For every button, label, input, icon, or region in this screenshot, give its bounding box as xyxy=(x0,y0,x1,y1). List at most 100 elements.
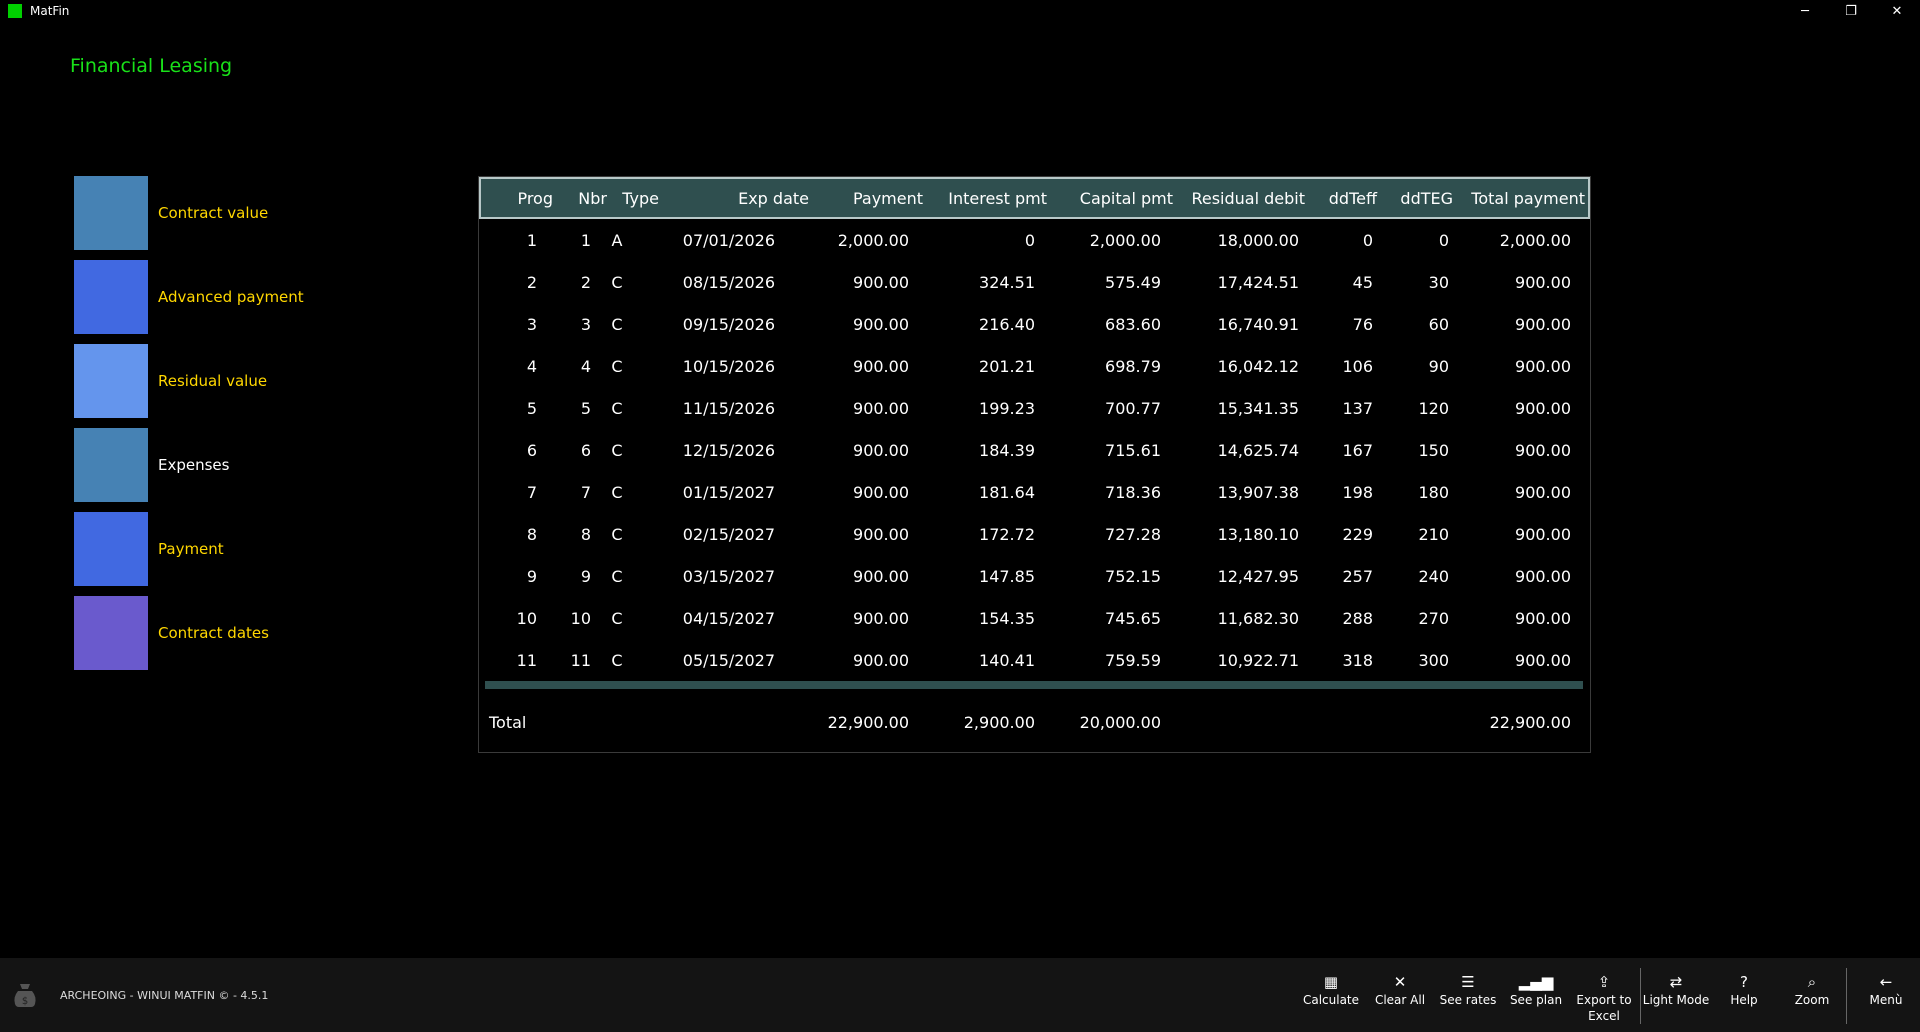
table-cell: 7 xyxy=(526,483,537,502)
total-label: Total xyxy=(489,713,527,732)
legend: Contract value Advanced payment Residual… xyxy=(74,176,394,680)
table-cell: 17,424.51 xyxy=(1217,273,1299,292)
command-label: Menù xyxy=(1869,993,1903,1007)
table-cell: 45 xyxy=(1352,273,1373,292)
footer-app-text: ARCHEOING - WINUI MATFIN © - 4.5.1 xyxy=(60,989,269,1002)
help-button[interactable]: ? Help xyxy=(1710,972,1778,1008)
column-header[interactable]: Nbr xyxy=(567,189,607,208)
legend-item-contract-dates[interactable]: Contract dates xyxy=(74,596,394,680)
table-cell: 900.00 xyxy=(1515,441,1571,460)
table-row[interactable]: 1 1 A 07/01/2026 2,000.00 0 2,000.00 18,000.00 0… xyxy=(479,219,1590,261)
table-cell: 900.00 xyxy=(853,315,909,334)
table-cell: 8 xyxy=(580,525,591,544)
table-row[interactable]: 7 7 C 01/15/2027 900.00 181.64 718.36 13,907.38… xyxy=(479,471,1590,513)
back-button[interactable]: ← Menù xyxy=(1852,972,1920,1008)
table-cell: 216.40 xyxy=(979,315,1035,334)
legend-item-contract-value[interactable]: Contract value xyxy=(74,176,394,260)
table-row[interactable]: 2 2 C 08/15/2026 900.00 324.51 575.49 17,424.51… xyxy=(479,261,1590,303)
help-icon: ? xyxy=(1740,973,1748,991)
legend-label[interactable]: Advanced payment xyxy=(158,288,304,306)
column-header[interactable]: Interest pmt xyxy=(925,189,1047,208)
payment-plan-table: Prog Nbr Type Exp date Payment Interest pmt Ca… xyxy=(478,176,1591,753)
table-cell: 10,922.71 xyxy=(1217,651,1299,670)
table-body: 1 1 A 07/01/2026 2,000.00 0 2,000.00 18,000.00 0… xyxy=(479,219,1590,681)
app-logo-icon xyxy=(8,4,22,18)
legend-item-advanced-payment[interactable]: Advanced payment xyxy=(74,260,394,344)
maximize-button[interactable]: ❐ xyxy=(1828,0,1874,22)
table-row[interactable]: 6 6 C 12/15/2026 900.00 184.39 715.61 14,625.74… xyxy=(479,429,1590,471)
command-label: Zoom xyxy=(1794,993,1830,1007)
table-row[interactable]: 9 9 C 03/15/2027 900.00 147.85 752.15 12,427.95… xyxy=(479,555,1590,597)
table-cell: 140.41 xyxy=(979,651,1035,670)
command-label: See plan xyxy=(1509,993,1563,1007)
table-row[interactable]: 11 11 C 05/15/2027 900.00 140.41 759.59 10,922.… xyxy=(479,639,1590,681)
table-row[interactable]: 10 10 C 04/15/2027 900.00 154.35 745.65 11,682.… xyxy=(479,597,1590,639)
table-cell: 257 xyxy=(1342,567,1373,586)
table-cell: 300 xyxy=(1418,651,1449,670)
table-row[interactable]: 5 5 C 11/15/2026 900.00 199.23 700.77 15,341.35… xyxy=(479,387,1590,429)
table-cell: C xyxy=(611,483,623,502)
table-row[interactable]: 4 4 C 10/15/2026 900.00 201.21 698.79 16,042.12… xyxy=(479,345,1590,387)
table-cell: 05/15/2027 xyxy=(682,651,775,670)
table-cell: 76 xyxy=(1352,315,1373,334)
column-header[interactable]: ddTeff xyxy=(1309,189,1377,208)
table-cell: 900.00 xyxy=(853,357,909,376)
command-separator xyxy=(1640,968,1641,1024)
legend-swatch[interactable] xyxy=(74,512,148,586)
table-cell: 180 xyxy=(1418,483,1449,502)
table-cell: 900.00 xyxy=(853,273,909,292)
table-row[interactable]: 3 3 C 09/15/2026 900.00 216.40 683.60 16,740.91… xyxy=(479,303,1590,345)
column-header[interactable]: Residual debit xyxy=(1175,189,1305,208)
legend-label[interactable]: Contract dates xyxy=(158,624,269,642)
command-label: Calculate xyxy=(1302,993,1360,1007)
command-separator xyxy=(1846,968,1847,1024)
table-cell: 2,000.00 xyxy=(1089,231,1161,250)
legend-swatch[interactable] xyxy=(74,344,148,418)
legend-label[interactable]: Expenses xyxy=(158,456,229,474)
column-header[interactable]: Type xyxy=(615,189,659,208)
legend-swatch[interactable] xyxy=(74,596,148,670)
column-header[interactable]: ddTEG xyxy=(1385,189,1453,208)
command-label: Help xyxy=(1730,993,1758,1007)
table-cell: 318 xyxy=(1342,651,1373,670)
legend-label[interactable]: Payment xyxy=(158,540,224,558)
legend-swatch[interactable] xyxy=(74,428,148,502)
column-header[interactable]: Capital pmt xyxy=(1061,189,1173,208)
table-cell: 15,341.35 xyxy=(1217,399,1299,418)
table-cell: 03/15/2027 xyxy=(682,567,775,586)
table-cell: 11 xyxy=(570,651,591,670)
shuffle-button[interactable]: ⇄ Light Mode xyxy=(1642,972,1710,1008)
title-bar: MatFin ─ ❐ ✕ xyxy=(0,0,1920,22)
table-cell: 13,907.38 xyxy=(1217,483,1299,502)
total-capital: 20,000.00 xyxy=(1079,713,1161,732)
window-title: MatFin xyxy=(30,4,70,18)
legend-item-payment[interactable]: Payment xyxy=(74,512,394,596)
legend-item-residual-value[interactable]: Residual value xyxy=(74,344,394,428)
legend-swatch[interactable] xyxy=(74,176,148,250)
legend-label[interactable]: Residual value xyxy=(158,372,267,390)
bar-chart-button[interactable]: ▂▄▆ See plan xyxy=(1502,972,1570,1008)
command-label: Light Mode xyxy=(1642,993,1710,1007)
total-total-payment: 22,900.00 xyxy=(1489,713,1571,732)
table-cell: 201.21 xyxy=(979,357,1035,376)
list-button[interactable]: ☰ See rates xyxy=(1434,972,1502,1008)
table-cell: 900.00 xyxy=(853,525,909,544)
table-cell: 13,180.10 xyxy=(1217,525,1299,544)
column-header[interactable]: Exp date xyxy=(689,189,809,208)
clear-button[interactable]: ✕ Clear All xyxy=(1366,972,1434,1008)
close-button[interactable]: ✕ xyxy=(1874,0,1920,22)
calculator-button[interactable]: ▦ Calculate xyxy=(1297,972,1365,1008)
table-cell: 0 xyxy=(1024,231,1035,250)
table-row[interactable]: 8 8 C 02/15/2027 900.00 172.72 727.28 13,180.10… xyxy=(479,513,1590,555)
minimize-button[interactable]: ─ xyxy=(1782,0,1828,22)
search-button[interactable]: ⌕ Zoom xyxy=(1778,972,1846,1008)
legend-item-expenses[interactable]: Expenses xyxy=(74,428,394,512)
legend-swatch[interactable] xyxy=(74,260,148,334)
column-header[interactable]: Payment xyxy=(809,189,923,208)
table-cell: 10 xyxy=(516,609,537,628)
column-header[interactable]: Prog xyxy=(487,189,553,208)
column-header[interactable]: Total payment xyxy=(1449,189,1585,208)
share-button[interactable]: ⇪ Export to Excel xyxy=(1570,972,1638,1024)
legend-label[interactable]: Contract value xyxy=(158,204,268,222)
table-cell: 198 xyxy=(1342,483,1373,502)
